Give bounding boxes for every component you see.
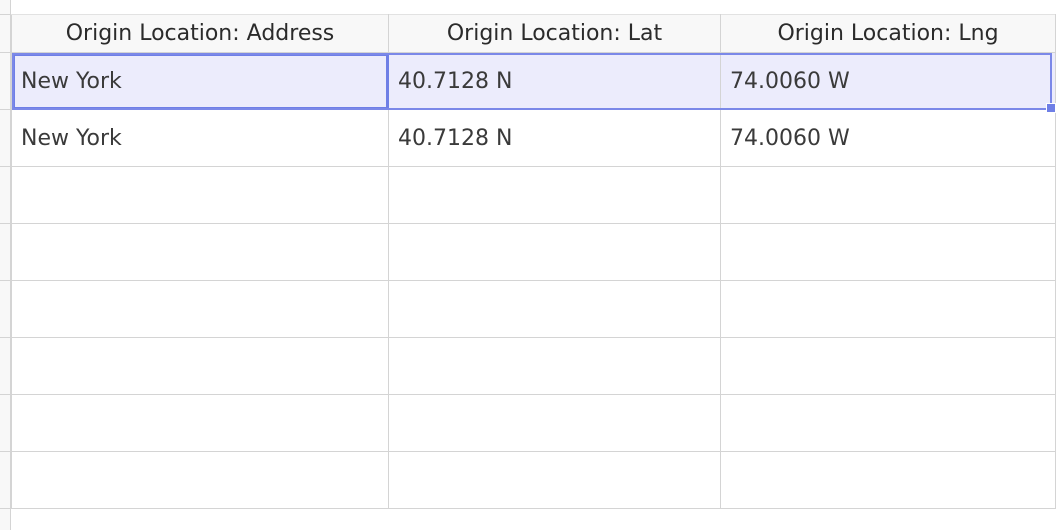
cell-lng[interactable] [720, 166, 1056, 224]
data-table: Origin Location: Address Origin Location… [11, 14, 1056, 509]
cell-lng[interactable]: 74.0060 W [720, 109, 1056, 167]
cell-lat[interactable] [388, 394, 721, 452]
cell-address[interactable]: New York [11, 109, 389, 167]
table-row: New York 40.7128 N 74.0060 W [11, 109, 1056, 167]
table-row [11, 166, 1056, 224]
cell-address[interactable] [11, 280, 389, 338]
gutter-divider [0, 508, 11, 509]
cell-address[interactable] [11, 223, 389, 281]
cell-lat[interactable] [388, 280, 721, 338]
gutter-divider [0, 14, 11, 15]
column-header-lng[interactable]: Origin Location: Lng [720, 14, 1056, 53]
cell-address[interactable] [11, 166, 389, 224]
column-header-address[interactable]: Origin Location: Address [11, 14, 389, 53]
cell-lat[interactable] [388, 451, 721, 509]
cell-address[interactable]: New York [11, 52, 389, 110]
column-header-lat[interactable]: Origin Location: Lat [388, 14, 721, 53]
cell-lng[interactable]: 74.0060 W [720, 52, 1056, 110]
row-gutter [0, 0, 11, 530]
gutter-divider [0, 166, 11, 167]
header-row: Origin Location: Address Origin Location… [11, 14, 1056, 53]
cell-lat[interactable] [388, 166, 721, 224]
table-row [11, 451, 1056, 509]
cell-address[interactable] [11, 337, 389, 395]
gutter-divider [0, 451, 11, 452]
table-row [11, 337, 1056, 395]
gutter-divider [0, 223, 11, 224]
cell-address[interactable] [11, 394, 389, 452]
gutter-divider [0, 280, 11, 281]
cell-lng[interactable] [720, 337, 1056, 395]
spreadsheet-grid: Origin Location: Address Origin Location… [0, 0, 1060, 530]
table-row: New York 40.7128 N 74.0060 W [11, 52, 1056, 110]
cell-lat[interactable]: 40.7128 N [388, 109, 721, 167]
cell-lat[interactable] [388, 223, 721, 281]
cell-lng[interactable] [720, 394, 1056, 452]
table-row [11, 280, 1056, 338]
cell-lng[interactable] [720, 280, 1056, 338]
cell-lat[interactable]: 40.7128 N [388, 52, 721, 110]
cell-lng[interactable] [720, 451, 1056, 509]
gutter-divider [0, 109, 11, 110]
gutter-divider [0, 394, 11, 395]
gutter-divider [0, 52, 11, 53]
fill-handle[interactable] [1046, 103, 1056, 113]
table-row [11, 394, 1056, 452]
cell-address[interactable] [11, 451, 389, 509]
cell-lng[interactable] [720, 223, 1056, 281]
gutter-divider [0, 337, 11, 338]
cell-lat[interactable] [388, 337, 721, 395]
table-row [11, 223, 1056, 281]
